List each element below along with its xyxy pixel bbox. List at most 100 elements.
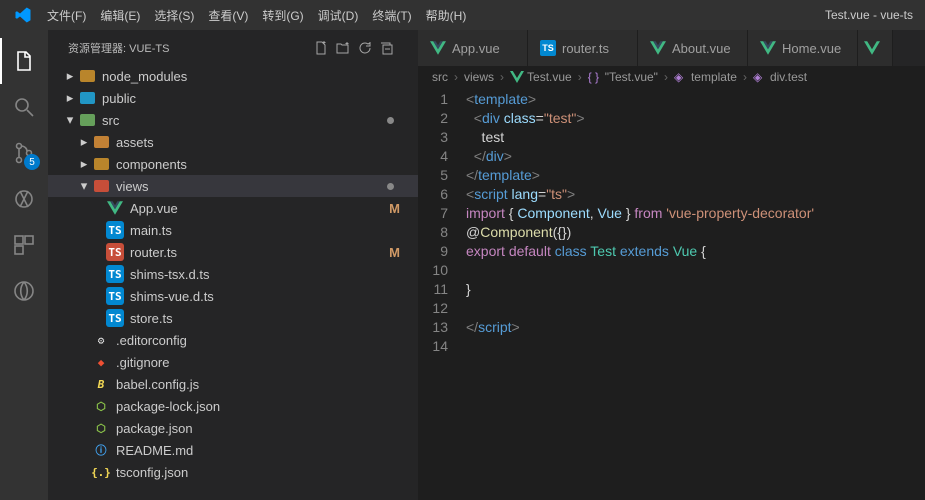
sidebar-title: 资源管理器: VUE-TS	[68, 40, 310, 56]
activity-scm[interactable]: 5	[0, 130, 48, 176]
file-tree[interactable]: ▸ node_modules ▸ public ▾ src ▸ assets ▸ componen…	[48, 65, 418, 500]
tree-label: components	[116, 157, 418, 172]
chevron-right-icon: ›	[739, 70, 751, 84]
chevron-right-icon: ›	[450, 70, 462, 84]
tab-label: Home.vue	[782, 41, 841, 56]
menu-item[interactable]: 帮助(H)	[419, 9, 474, 23]
tree-row[interactable]: TSmain.ts	[48, 219, 418, 241]
scm-badge: 5	[24, 154, 40, 170]
editor-tab[interactable]: TSrouter.ts	[528, 30, 638, 66]
tree-row[interactable]: ▸ components	[48, 153, 418, 175]
menu-item[interactable]: 文件(F)	[40, 9, 93, 23]
chevron-icon: ▾	[62, 112, 78, 128]
tree-label: package.json	[116, 421, 418, 436]
tree-label: assets	[116, 135, 418, 150]
activity-bar: 5	[0, 30, 48, 500]
activity-explorer[interactable]	[0, 38, 48, 84]
tree-label: views	[116, 179, 387, 194]
menu-item[interactable]: 终端(T)	[365, 9, 418, 23]
tree-row[interactable]: App.vueM	[48, 197, 418, 219]
breadcrumb-item[interactable]: { }"Test.vue"	[588, 70, 658, 84]
tree-label: shims-tsx.d.ts	[130, 267, 418, 282]
sidebar: 资源管理器: VUE-TS ▸ node_modules ▸ public ▾ src ▸ a…	[48, 30, 418, 500]
tree-label: README.md	[116, 443, 418, 458]
activity-debug[interactable]	[0, 176, 48, 222]
tree-label: App.vue	[130, 201, 389, 216]
tree-row[interactable]: ◆.gitignore	[48, 351, 418, 373]
dirty-dot-icon	[387, 117, 394, 124]
tree-row[interactable]: TSshims-tsx.d.ts	[48, 263, 418, 285]
tree-row[interactable]: ▾ src	[48, 109, 418, 131]
breadcrumb-item[interactable]: Test.vue	[510, 70, 572, 84]
tree-label: tsconfig.json	[116, 465, 418, 480]
tree-label: node_modules	[102, 69, 418, 84]
line-numbers: 1234567891011121314	[418, 90, 466, 500]
menubar: 文件(F)编辑(E)选择(S)查看(V)转到(G)调试(D)终端(T)帮助(H)…	[0, 0, 925, 30]
new-folder-button[interactable]	[332, 37, 354, 59]
tree-row[interactable]: TSshims-vue.d.ts	[48, 285, 418, 307]
git-status: M	[389, 201, 400, 216]
activity-docker[interactable]	[0, 268, 48, 314]
breadcrumb-item[interactable]: src	[432, 70, 448, 84]
chevron-right-icon: ›	[496, 70, 508, 84]
collapse-all-button[interactable]	[376, 37, 398, 59]
tree-row[interactable]: ▸ public	[48, 87, 418, 109]
editor-tabs: App.vue TSrouter.ts About.vue Home.vue	[418, 30, 925, 66]
new-file-button[interactable]	[310, 37, 332, 59]
menu-item[interactable]: 编辑(E)	[93, 9, 147, 23]
tab-label: About.vue	[672, 41, 731, 56]
chevron-right-icon: ›	[660, 70, 672, 84]
tree-row[interactable]: ▸ node_modules	[48, 65, 418, 87]
code-editor[interactable]: 1234567891011121314 <template> <div clas…	[418, 88, 925, 500]
tree-label: package-lock.json	[116, 399, 418, 414]
activity-search[interactable]	[0, 84, 48, 130]
tree-row[interactable]: {.}tsconfig.json	[48, 461, 418, 483]
tab-label: router.ts	[562, 41, 609, 56]
tab-overflow[interactable]	[858, 30, 893, 66]
tree-row[interactable]: ⬡package.json	[48, 417, 418, 439]
breadcrumb-item[interactable]: ◈div.test	[753, 70, 807, 84]
editor-tab[interactable]: About.vue	[638, 30, 748, 66]
menu-item[interactable]: 查看(V)	[201, 9, 255, 23]
tree-label: src	[102, 113, 387, 128]
tree-row[interactable]: ⚙.editorconfig	[48, 329, 418, 351]
chevron-icon: ▸	[62, 90, 78, 106]
chevron-icon: ▾	[76, 178, 92, 194]
tree-row[interactable]: TSrouter.tsM	[48, 241, 418, 263]
chevron-right-icon: ›	[574, 70, 586, 84]
tree-label: .gitignore	[116, 355, 418, 370]
tree-row[interactable]: ▸ assets	[48, 131, 418, 153]
editor-tab[interactable]: App.vue	[418, 30, 528, 66]
tab-label: App.vue	[452, 41, 500, 56]
vscode-logo-icon	[14, 6, 32, 24]
tree-label: store.ts	[130, 311, 418, 326]
tree-label: public	[102, 91, 418, 106]
menu-item[interactable]: 调试(D)	[311, 9, 366, 23]
sidebar-header: 资源管理器: VUE-TS	[48, 30, 418, 65]
tree-row[interactable]: ⬡package-lock.json	[48, 395, 418, 417]
tree-row[interactable]: ⓘREADME.md	[48, 439, 418, 461]
tree-row[interactable]: TSstore.ts	[48, 307, 418, 329]
chevron-icon: ▸	[76, 134, 92, 150]
breadcrumb-item[interactable]: views	[464, 70, 494, 84]
activity-extensions[interactable]	[0, 222, 48, 268]
tree-row[interactable]: Bbabel.config.js	[48, 373, 418, 395]
tree-label: .editorconfig	[116, 333, 418, 348]
code-lines[interactable]: <template> <div class="test"> test </div…	[466, 90, 925, 500]
tree-row[interactable]: ▾ views	[48, 175, 418, 197]
window-title: Test.vue - vue-ts	[825, 8, 913, 22]
breadcrumb-item[interactable]: ◈template	[674, 70, 737, 84]
menu-item[interactable]: 转到(G)	[255, 9, 310, 23]
breadcrumbs[interactable]: src›views›Test.vue›{ }"Test.vue"›◈templa…	[418, 66, 925, 88]
editor-area: App.vueTSrouter.tsAbout.vueHome.vue src›…	[418, 30, 925, 500]
tree-label: babel.config.js	[116, 377, 418, 392]
refresh-button[interactable]	[354, 37, 376, 59]
tree-label: router.ts	[130, 245, 389, 260]
tree-label: shims-vue.d.ts	[130, 289, 418, 304]
dirty-dot-icon	[387, 183, 394, 190]
git-status: M	[389, 245, 400, 260]
editor-tab[interactable]: Home.vue	[748, 30, 858, 66]
chevron-icon: ▸	[62, 68, 78, 84]
menu-item[interactable]: 选择(S)	[147, 9, 201, 23]
chevron-icon: ▸	[76, 156, 92, 172]
